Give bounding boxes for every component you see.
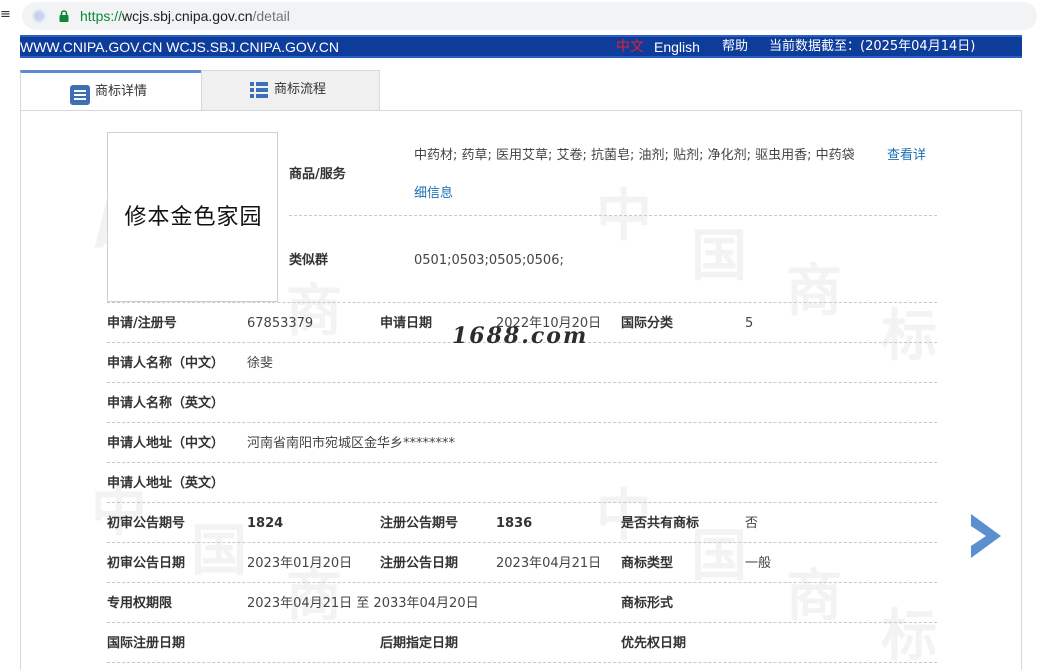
tab-trademark-detail[interactable]: 商标详情 [20,70,201,110]
reg-pub-no-value: 1836 [496,516,533,531]
app-date-label: 申请日期 [380,316,433,331]
prelim-pub-date-value: 2023年01月20日 [247,556,353,571]
watermark-char: 标 [881,604,937,669]
background-watermark: 国 [191,506,247,587]
priority-date-label: 优先权日期 [621,636,687,651]
row-divider [107,582,937,583]
goods-services-value: 中药材; 药草; 医用艾草; 艾卷; 抗菌皂; 油剂; 贴剂; 净化剂; 驱虫用… [414,148,855,163]
help-link[interactable]: 帮助 [722,38,748,56]
tab-trademark-flow[interactable]: 商标流程 [201,70,380,110]
view-details-link[interactable]: 查看详 [887,148,926,164]
shared-tm-value: 否 [745,516,759,531]
url-host: wcjs.sbj.cnipa.gov.cn [122,8,253,24]
row-divider [107,462,937,463]
tm-type-label: 商标类型 [621,556,674,571]
applicant-cn-value: 徐斐 [247,356,274,371]
view-details-link-cont[interactable]: 细信息 [414,186,453,202]
background-watermark: 商 [786,551,842,632]
shared-tm-label: 是否共有商标 [621,516,700,531]
url-text[interactable]: https://wcjs.sbj.cnipa.gov.cn/detail [80,7,290,25]
watermark-char: 商 [786,259,842,324]
menu-icon[interactable]: ≡ [0,8,11,22]
tab-trademark-detail-label: 商标详情 [95,84,148,99]
flow-list-icon [250,82,268,98]
address-en-label: 申请人地址（英文） [107,476,225,491]
applicant-cn-label: 申请人名称（中文） [107,356,225,371]
background-watermark: 标 [881,291,937,372]
reg-no-value: 67853379 [247,316,314,331]
row-divider [107,302,937,303]
tm-type-value: 一般 [745,556,772,571]
detail-panel: 国 中 国 商 标 国 商 中 国 商 中 国 商 标 修本金色家园 商品/服务… [20,110,1022,670]
url-protocol: https:// [80,8,123,24]
reg-pub-date-label: 注册公告日期 [380,556,459,571]
background-watermark: 中 [596,471,652,552]
similar-group-label: 类似群 [289,253,329,268]
browser-address-bar: ≡ https://wcjs.sbj.cnipa.gov.cn/detail [0,0,1037,34]
applicant-en-label: 申请人名称（英文） [107,396,225,411]
prelim-pub-date-label: 初审公告日期 [107,556,186,571]
trademark-image[interactable]: 修本金色家园 [107,132,278,302]
row-divider [107,382,937,383]
chevron-right-icon[interactable] [969,512,1003,560]
exclusive-period-label: 专用权期限 [107,596,173,611]
reg-pub-date-value: 2023年04月21日 [496,556,602,571]
site-watermark: 1688.com [452,323,589,349]
reg-no-label: 申请/注册号 [107,316,177,331]
prelim-pub-no-value: 1824 [247,516,284,531]
lang-chinese-link[interactable]: 中文 [616,38,644,56]
watermark-char: 商 [786,564,842,629]
reg-pub-no-label: 注册公告期号 [380,516,459,531]
site-header-bar: WWW.CNIPA.GOV.CN WCJS.SBJ.CNIPA.GOV.CN 中… [20,35,1022,58]
row-divider [107,422,937,423]
row-divider [107,502,937,503]
intl-reg-date-label: 国际注册日期 [107,636,186,651]
row-divider [107,662,937,663]
site-domains: WWW.CNIPA.GOV.CN WCJS.SBJ.CNIPA.GOV.CN [20,39,339,55]
background-watermark: 中 [596,171,652,252]
address-cn-label: 申请人地址（中文） [107,436,225,451]
exclusive-period-value: 2023年04月21日 至 2033年04月20日 [247,596,479,611]
url-field[interactable]: https://wcjs.sbj.cnipa.gov.cn/detail [22,2,1037,30]
background-watermark: 国 [691,211,747,292]
url-path: /detail [252,8,290,24]
lock-icon [59,10,69,22]
row-divider [289,215,937,216]
row-divider [107,542,937,543]
later-designation-date-label: 后期指定日期 [380,636,459,651]
background-watermark: 商 [786,246,842,327]
background-watermark: 国 [691,511,747,592]
document-list-icon [70,85,90,105]
trademark-image-text: 修本金色家园 [124,205,263,230]
background-watermark: 商 [286,266,342,347]
watermark-char: 标 [881,304,937,369]
background-watermark: 标 [881,591,937,670]
data-date-text: 当前数据截至：(2025年04月14日) [769,39,976,54]
prelim-pub-no-label: 初审公告期号 [107,516,186,531]
goods-services-label: 商品/服务 [289,167,346,182]
lang-english-link[interactable]: English [654,38,700,56]
tm-form-label: 商标形式 [621,596,674,611]
watermark-char: 国 [691,524,747,589]
row-divider [107,622,937,623]
watermark-char: 中 [596,184,652,249]
similar-group-value: 0501;0503;0505;0506; [414,253,564,268]
intl-class-label: 国际分类 [621,316,674,331]
tab-trademark-flow-label: 商标流程 [274,82,327,97]
watermark-char: 国 [191,519,247,584]
info-circle-icon[interactable] [32,9,46,23]
watermark-char: 国 [691,224,747,289]
watermark-char: 商 [286,279,342,344]
address-cn-value: 河南省南阳市宛城区金华乡******** [247,436,456,451]
intl-class-value: 5 [745,316,754,331]
